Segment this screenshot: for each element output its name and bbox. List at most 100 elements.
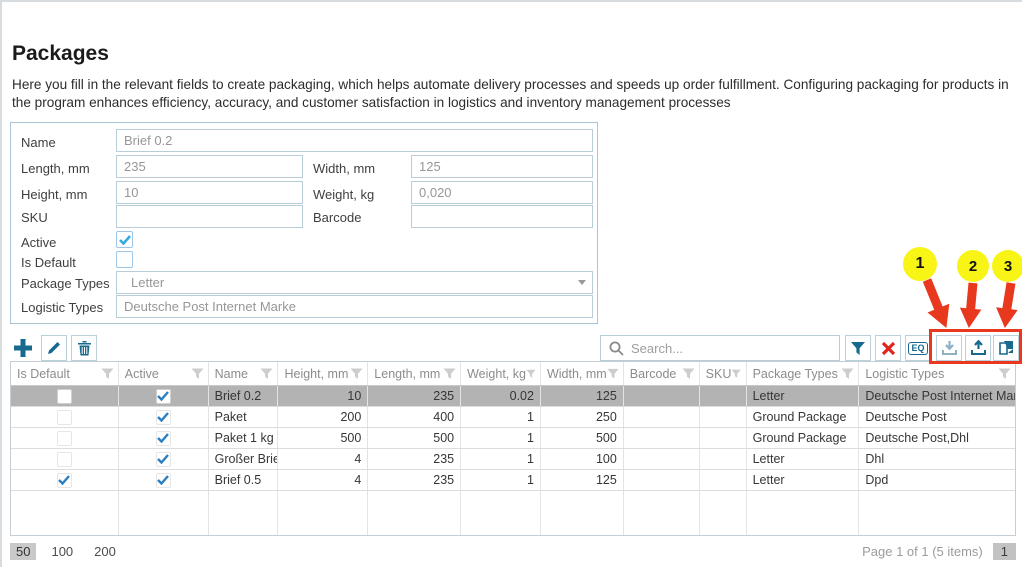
check-icon [157,391,169,401]
add-button[interactable] [10,335,36,361]
column-header-weight[interactable]: Weight, kg [461,362,541,385]
table-cell-width: 125 [541,386,624,406]
is-default-checkbox[interactable] [116,251,133,268]
logistic-types-field[interactable] [116,295,593,318]
page-size-50[interactable]: 50 [10,543,36,560]
length-field[interactable] [116,155,303,178]
checked-checkbox[interactable] [156,410,171,425]
table-row[interactable]: Brief 0.2102350.02125LetterDeutsche Post… [11,386,1015,407]
edit-button[interactable] [41,335,67,361]
column-header-barcode[interactable]: Barcode [624,362,700,385]
logistic-types-label: Logistic Types [21,300,103,315]
grid-filler [11,491,1015,535]
table-cell-weight: 1 [461,449,541,469]
unchecked-checkbox[interactable] [57,452,72,467]
table-cell-sku [700,407,747,427]
barcode-label: Barcode [313,210,361,225]
table-cell-length: 235 [368,386,461,406]
table-cell-active[interactable] [119,407,209,427]
filter-builder-button[interactable]: EQ [905,335,931,361]
column-filter-icon[interactable] [101,368,114,380]
column-header-name[interactable]: Name [209,362,279,385]
checked-checkbox[interactable] [57,473,72,488]
checked-checkbox[interactable] [156,473,171,488]
sku-label: SKU [21,210,48,225]
page-size-100[interactable]: 100 [45,543,79,560]
page-size-200[interactable]: 200 [88,543,122,560]
table-cell-name: Paket [209,407,279,427]
column-header-active[interactable]: Active [119,362,209,385]
clear-filter-button[interactable] [875,335,901,361]
pencil-icon [46,340,62,356]
check-icon [58,475,70,485]
pager: 50100200 Page 1 of 1 (5 items) 1 [10,540,1016,562]
sku-field[interactable] [116,205,303,228]
checked-checkbox[interactable] [156,389,171,404]
empty-cell [368,491,461,535]
width-field[interactable] [411,155,593,178]
unchecked-checkbox[interactable] [57,431,72,446]
column-filter-icon[interactable] [260,368,273,380]
table-cell-active[interactable] [119,470,209,490]
column-filter-icon[interactable] [443,368,456,380]
table-cell-active[interactable] [119,449,209,469]
column-header-packageTypes[interactable]: Package Types [747,362,860,385]
callout-number: 3 [1004,258,1012,275]
table-cell-name: Paket 1 kg [209,428,279,448]
column-filter-icon[interactable] [998,368,1011,380]
column-header-label: Package Types [753,367,838,381]
table-row[interactable]: Paket 1 kg5005001500Ground PackageDeutsc… [11,428,1015,449]
package-types-value: Letter [124,275,164,290]
table-cell-active[interactable] [119,428,209,448]
column-filter-icon[interactable] [731,368,741,380]
column-header-logisticTypes[interactable]: Logistic Types [859,362,1015,385]
unchecked-checkbox[interactable] [57,410,72,425]
column-filter-icon[interactable] [350,368,363,380]
column-header-isDefault[interactable]: Is Default [11,362,119,385]
delete-button[interactable] [71,335,97,361]
table-cell-active[interactable] [119,386,209,406]
empty-cell [859,491,1015,535]
search-input[interactable] [631,341,831,356]
column-filter-icon[interactable] [526,368,536,380]
column-header-length[interactable]: Length, mm [368,362,461,385]
table-cell-isDefault[interactable] [11,470,119,490]
table-cell-isDefault[interactable] [11,428,119,448]
table-cell-isDefault[interactable] [11,386,119,406]
barcode-field[interactable] [411,205,593,228]
table-cell-length: 500 [368,428,461,448]
column-filter-icon[interactable] [841,368,854,380]
checked-checkbox[interactable] [156,452,171,467]
current-page-button[interactable]: 1 [993,543,1016,560]
column-filter-icon[interactable] [607,368,619,380]
width-label: Width, mm [313,161,375,176]
column-header-label: Height, mm [284,367,348,381]
active-checkbox[interactable] [116,231,133,248]
table-cell-isDefault[interactable] [11,449,119,469]
column-filter-icon[interactable] [682,368,695,380]
table-row[interactable]: Paket2004001250Ground PackageDeutsche Po… [11,407,1015,428]
table-row[interactable]: Brief 0.542351125LetterDpd [11,470,1015,491]
name-field[interactable] [116,129,593,152]
column-header-label: Barcode [630,367,677,381]
package-types-select[interactable]: Letter [116,271,593,294]
height-field[interactable] [116,181,303,204]
table-cell-barcode [624,407,700,427]
table-cell-sku [700,449,747,469]
column-header-height[interactable]: Height, mm [278,362,368,385]
filter-button[interactable] [845,335,871,361]
unchecked-checkbox[interactable] [57,389,72,404]
column-header-label: Is Default [17,367,70,381]
table-row[interactable]: Großer Brief42351100LetterDhl [11,449,1015,470]
search-box[interactable] [600,335,840,361]
weight-field[interactable] [411,181,593,204]
column-filter-icon[interactable] [191,368,204,380]
table-cell-height: 200 [278,407,368,427]
clear-x-icon [881,341,896,356]
column-header-width[interactable]: Width, mm [541,362,624,385]
column-header-sku[interactable]: SKU [700,362,747,385]
table-cell-isDefault[interactable] [11,407,119,427]
checked-checkbox[interactable] [156,431,171,446]
table-cell-barcode [624,449,700,469]
table-cell-width: 125 [541,470,624,490]
